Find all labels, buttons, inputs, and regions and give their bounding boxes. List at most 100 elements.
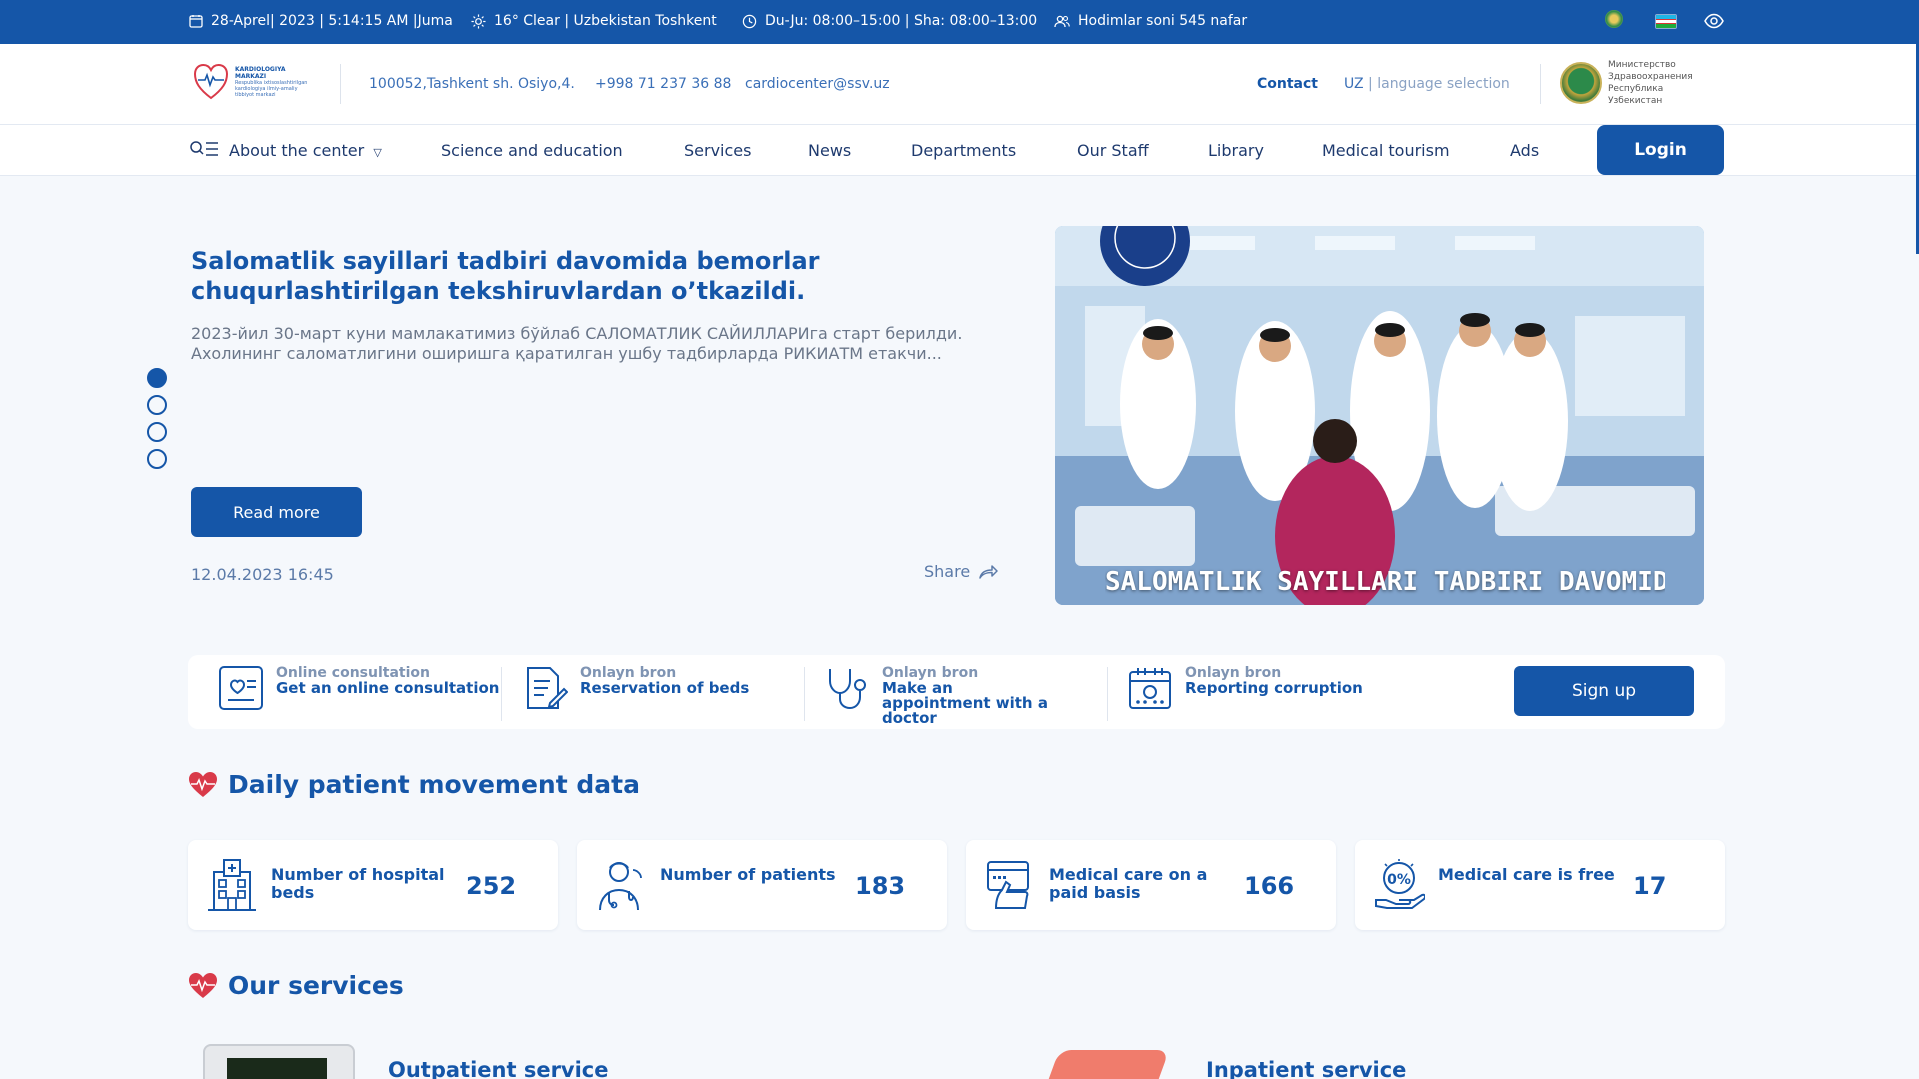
users-icon <box>1054 14 1070 29</box>
heart-chat-icon <box>219 666 263 710</box>
calendar-icon <box>189 14 203 28</box>
divider <box>340 64 341 104</box>
top-info-bar: 28-Aprel| 2023 | 5:14:15 AM |Juma 16° Cl… <box>0 0 1919 44</box>
inpatient-bed-image <box>1044 1050 1170 1079</box>
item-title: Reservation of beds <box>580 679 750 697</box>
stat-value: 183 <box>855 872 906 900</box>
stat-label: Number of patients <box>660 865 836 884</box>
svg-text:0%: 0% <box>1387 872 1411 888</box>
nav-medical-tourism[interactable]: Medical tourism <box>1322 141 1450 160</box>
clock-icon <box>742 14 757 29</box>
sign-up-button[interactable]: Sign up <box>1514 666 1694 716</box>
hours-text: Du-Ju: 08:00–15:00 | Sha: 08:00–13:00 <box>765 13 1038 29</box>
lang-label: language selection <box>1377 76 1510 92</box>
our-services-heading: Our services <box>188 971 404 1000</box>
hero-title[interactable]: Salomatlik sayillari tadbiri davomida be… <box>191 246 831 306</box>
eye-icon[interactable] <box>1704 13 1724 29</box>
hospital-icon <box>208 859 256 911</box>
slider-dot-3[interactable] <box>147 422 167 442</box>
stat-card-free: 0% Medical care is free 17 <box>1355 840 1725 930</box>
hero-date: 12.04.2023 16:45 <box>191 565 334 584</box>
section-title: Our services <box>228 971 404 1000</box>
date-time: 28-Aprel| 2023 | 5:14:15 AM |Juma <box>189 13 453 29</box>
hero-excerpt: 2023-йил 30-март куни мамлакатимиз бўйла… <box>191 324 963 363</box>
patient-monitor-image <box>203 1044 355 1079</box>
heart-pulse-icon <box>189 771 217 797</box>
item-title: Get an online consultation <box>276 679 500 697</box>
bed-reservation-item[interactable]: Onlayn bron Reservation of beds <box>522 665 749 711</box>
heart-logo-icon <box>193 63 229 100</box>
stat-card-paid: Medical care on a paid basis 166 <box>966 840 1336 930</box>
nav-services[interactable]: Services <box>684 141 751 160</box>
read-more-button[interactable]: Read more <box>191 487 362 537</box>
slider-dot-4[interactable] <box>147 449 167 469</box>
nav-departments[interactable]: Departments <box>911 141 1016 160</box>
login-button[interactable]: Login <box>1597 125 1724 175</box>
stat-value: 166 <box>1244 872 1295 900</box>
hero-image-caption: SALOMATLIK SAYILLARI TADBIRI DAVOMIDA BE… <box>1105 567 1665 597</box>
stat-value: 17 <box>1633 872 1667 900</box>
stat-card-patients: Number of patients 183 <box>577 840 947 930</box>
section-title: Daily patient movement data <box>228 770 640 799</box>
ministry-logo[interactable]: Министерство Здравоохранения Республика … <box>1560 59 1708 107</box>
contact-link[interactable]: Contact <box>1257 76 1318 92</box>
stat-label: Number of hospital beds <box>271 865 445 902</box>
address-text: 100052,Tashkent sh. Osiyo,4. <box>369 76 575 92</box>
divider <box>1107 667 1108 721</box>
document-pen-icon <box>527 667 568 709</box>
logo-text: KARDIOLOGIYA MARKAZI Respublika ixtisosl… <box>235 66 313 98</box>
share-label: Share <box>924 562 971 581</box>
nav-staff[interactable]: Our Staff <box>1077 141 1149 160</box>
stat-label: Medical care is free <box>1438 865 1615 884</box>
logo-subtitle: Respublika ixtisoslashtirilgan kardiolog… <box>235 80 308 98</box>
card-payment-icon <box>987 861 1029 909</box>
service-outpatient[interactable]: Outpatient service <box>388 1058 609 1079</box>
doctor-icon <box>599 862 642 911</box>
sun-icon <box>471 13 486 29</box>
working-hours: Du-Ju: 08:00–15:00 | Sha: 08:00–13:00 <box>742 13 1037 29</box>
divider <box>501 667 502 721</box>
slider-dot-2[interactable] <box>147 395 167 415</box>
stat-card-beds: Number of hospital beds 252 <box>188 840 558 930</box>
online-consultation-item[interactable]: Online consultation Get an online consul… <box>218 665 499 711</box>
phone-link[interactable]: +998 71 237 36 88 <box>595 76 731 92</box>
logo-title: KARDIOLOGIYA MARKAZI <box>235 66 286 80</box>
nav-library[interactable]: Library <box>1208 141 1264 160</box>
reporting-corruption-item[interactable]: Onlayn bron Reporting corruption <box>1127 665 1363 711</box>
hospital-room-photo <box>1055 226 1704 605</box>
daily-data-heading: Daily patient movement data <box>188 770 640 799</box>
item-title: Make an appointment with a doctor <box>882 679 1048 727</box>
weather: 16° Clear | Uzbekistan Toshkent <box>471 13 717 29</box>
slider-dots <box>147 368 167 469</box>
emblem-mini-icon[interactable] <box>1605 10 1623 28</box>
header: KARDIOLOGIYA MARKAZI Respublika ixtisosl… <box>0 44 1919 125</box>
staff-count: Hodimlar soni 545 nafar <box>1054 13 1247 29</box>
nav-ads[interactable]: Ads <box>1510 141 1539 160</box>
slider-dot-1[interactable] <box>147 368 167 388</box>
state-emblem-icon <box>1560 62 1602 104</box>
date-text: 28-Aprel| 2023 | 5:14:15 AM |Juma <box>211 13 453 29</box>
nav-label: About the center <box>229 141 365 160</box>
site-logo[interactable]: KARDIOLOGIYA MARKAZI Respublika ixtisosl… <box>193 62 313 102</box>
stat-label: Medical care on a paid basis <box>1049 865 1208 902</box>
nav-science[interactable]: Science and education <box>441 141 623 160</box>
calendar-icon <box>1129 668 1171 709</box>
stethoscope-icon <box>829 669 866 710</box>
service-inpatient[interactable]: Inpatient service <box>1206 1058 1406 1079</box>
hero-image[interactable]: SALOMATLIK SAYILLARI TADBIRI DAVOMIDA BE… <box>1055 226 1704 605</box>
email-link[interactable]: cardiocenter@ssv.uz <box>745 76 890 92</box>
share-arrow-icon <box>979 564 998 579</box>
share-button[interactable]: Share <box>924 562 998 581</box>
chevron-down-icon: ▽ <box>373 146 382 159</box>
uzbekistan-flag-icon[interactable] <box>1655 14 1677 29</box>
heart-pulse-icon <box>189 972 217 998</box>
zero-percent-hand-icon: 0% <box>1375 859 1425 909</box>
weather-text: 16° Clear | Uzbekistan Toshkent <box>494 13 717 29</box>
divider <box>804 667 805 721</box>
nav-news[interactable]: News <box>808 141 851 160</box>
language-selector[interactable]: UZ | language selection <box>1344 76 1510 92</box>
nav-about[interactable]: About the center ▽ <box>229 141 382 160</box>
staff-text: Hodimlar soni 545 nafar <box>1078 13 1248 29</box>
doctor-appointment-item[interactable]: Onlayn bron Make an appointment with a d… <box>824 665 1052 726</box>
menu-search-icon[interactable] <box>189 140 219 162</box>
